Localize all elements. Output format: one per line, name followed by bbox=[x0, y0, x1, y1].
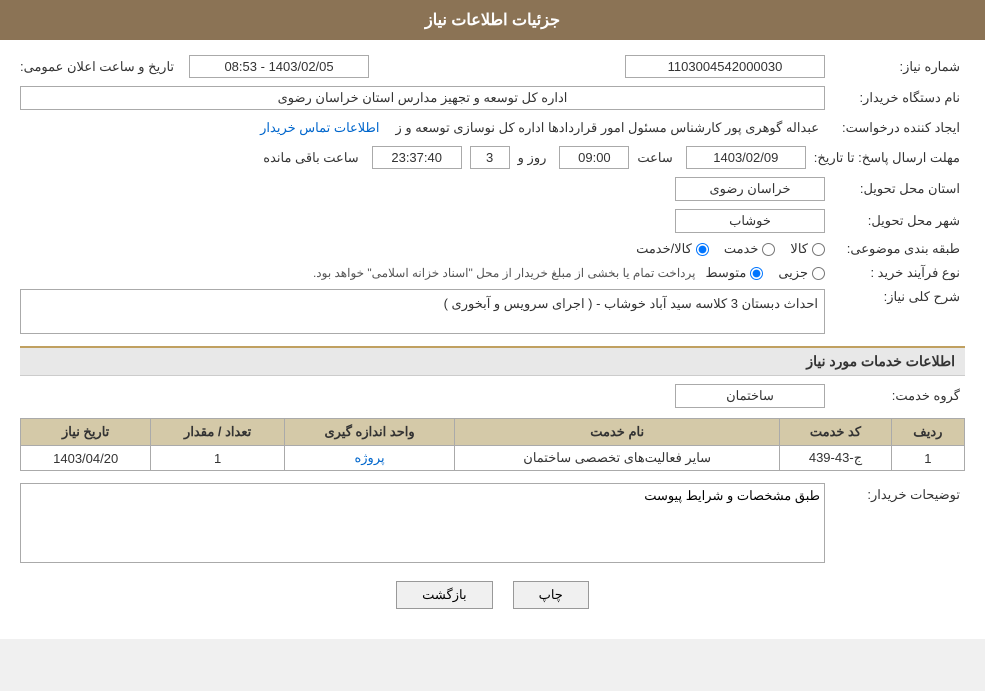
purchase-type-radio-group: جزیی متوسط bbox=[705, 265, 825, 281]
purchase-desc: پرداخت تمام یا بخشی از مبلغ خریدار از مح… bbox=[313, 266, 696, 280]
category-khedmat-item: خدمت bbox=[724, 241, 776, 257]
announce-date-label: تاریخ و ساعت اعلان عمومی: bbox=[20, 59, 179, 75]
deadline-date: 1403/02/09 bbox=[686, 146, 806, 169]
category-kala-khedmat-item: کالا/خدمت bbox=[636, 241, 709, 257]
purchase-jozvi-item: جزیی bbox=[778, 265, 825, 281]
category-label: طبقه بندی موضوعی: bbox=[835, 241, 965, 257]
deadline-remaining: 23:37:40 bbox=[372, 146, 462, 169]
deadline-time-label: ساعت bbox=[637, 150, 677, 166]
services-table-container: ردیف کد خدمت نام خدمت واحد اندازه گیری ت… bbox=[20, 418, 965, 471]
city-value: خوشاب bbox=[675, 209, 825, 233]
purchase-motavaset-label: متوسط bbox=[705, 265, 746, 281]
deadline-time: 09:00 bbox=[559, 146, 629, 169]
back-button[interactable]: بازگشت bbox=[396, 581, 492, 609]
purchase-type-label: نوع فرآیند خرید : bbox=[835, 265, 965, 281]
col-date: تاریخ نیاز bbox=[21, 419, 151, 446]
deadline-label: مهلت ارسال پاسخ: تا تاریخ: bbox=[814, 150, 965, 166]
purchase-jozvi-label: جزیی bbox=[778, 265, 808, 281]
purchase-jozvi-radio[interactable] bbox=[812, 267, 825, 280]
creator-value: عبداله گوهری پور کارشناس مسئول امور قرار… bbox=[390, 118, 825, 138]
need-number-value: 1103004542000030 bbox=[625, 55, 825, 78]
general-desc-value: احداث دبستان 3 کلاسه سید آباد خوشاب - ( … bbox=[444, 296, 818, 311]
buyer-org-label: نام دستگاه خریدار: bbox=[835, 90, 965, 106]
col-row-num: ردیف bbox=[891, 419, 964, 446]
buttons-row: چاپ بازگشت bbox=[20, 581, 965, 609]
service-group-value: ساختمان bbox=[675, 384, 825, 408]
need-number-label: شماره نیاز: bbox=[835, 59, 965, 75]
creator-link[interactable]: اطلاعات تماس خریدار bbox=[260, 120, 379, 136]
category-khedmat-label: خدمت bbox=[724, 241, 759, 257]
province-label: استان محل تحویل: bbox=[835, 181, 965, 197]
col-unit: واحد اندازه گیری bbox=[284, 419, 454, 446]
services-section-title: اطلاعات خدمات مورد نیاز bbox=[20, 346, 965, 376]
col-quantity: تعداد / مقدار bbox=[151, 419, 285, 446]
category-kala-radio[interactable] bbox=[812, 243, 825, 256]
print-button[interactable]: چاپ bbox=[513, 581, 589, 609]
buyer-org-value: اداره کل توسعه و تجهیز مدارس استان خراسا… bbox=[20, 86, 825, 110]
table-row: 1ج-43-439سایر فعالیت‌های تخصصی ساختمانپر… bbox=[21, 446, 965, 471]
buyer-notes-textarea[interactable] bbox=[20, 483, 825, 563]
creator-label: ایجاد کننده درخواست: bbox=[835, 120, 965, 136]
category-radio-group: کالا خدمت کالا/خدمت bbox=[636, 241, 825, 257]
category-kala-item: کالا bbox=[790, 241, 825, 257]
purchase-motavaset-radio[interactable] bbox=[750, 267, 763, 280]
province-value: خراسان رضوی bbox=[675, 177, 825, 201]
category-kala-khedmat-radio[interactable] bbox=[696, 243, 709, 256]
category-kala-label: کالا bbox=[790, 241, 808, 257]
services-table: ردیف کد خدمت نام خدمت واحد اندازه گیری ت… bbox=[20, 418, 965, 471]
header-title: جزئیات اطلاعات نیاز bbox=[425, 12, 560, 29]
category-kala-khedmat-label: کالا/خدمت bbox=[636, 241, 692, 257]
col-service-code: کد خدمت bbox=[780, 419, 892, 446]
purchase-motavaset-item: متوسط bbox=[705, 265, 763, 281]
announce-date-value: 1403/02/05 - 08:53 bbox=[189, 55, 369, 78]
general-desc-label: شرح کلی نیاز: bbox=[835, 289, 965, 305]
deadline-days: 3 bbox=[470, 146, 510, 169]
page-header: جزئیات اطلاعات نیاز bbox=[0, 0, 985, 40]
category-khedmat-radio[interactable] bbox=[762, 243, 775, 256]
service-group-label: گروه خدمت: bbox=[835, 388, 965, 404]
buyer-notes-label: توضیحات خریدار: bbox=[835, 483, 965, 503]
city-label: شهر محل تحویل: bbox=[835, 213, 965, 229]
col-service-name: نام خدمت bbox=[455, 419, 780, 446]
deadline-day-label: روز و bbox=[518, 150, 552, 166]
deadline-remaining-label: ساعت باقی مانده bbox=[263, 150, 363, 166]
